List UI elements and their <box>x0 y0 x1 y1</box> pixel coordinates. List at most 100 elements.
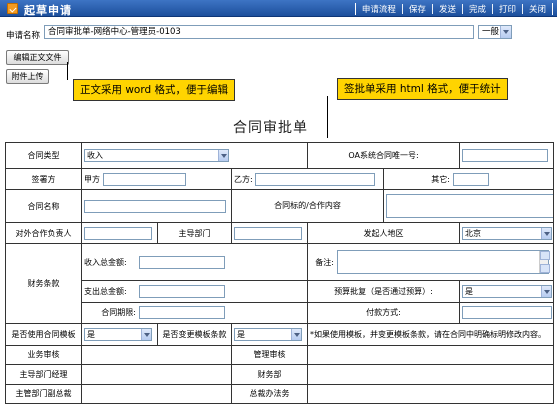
toolbar-flow-button[interactable]: 申请流程 <box>354 3 398 15</box>
toolbar: 申请流程 保存 发送 完成 打印 关闭 <box>354 3 553 15</box>
contract-type-cell: 收入 <box>81 142 308 169</box>
chevron-down-icon <box>141 328 151 340</box>
expense-cell: 支出总金额: <box>81 280 308 303</box>
expense-label: 支出总金额: <box>84 286 127 296</box>
use-template-label: 是否使用合同模板 <box>5 323 82 346</box>
contract-object-textarea[interactable] <box>386 194 553 219</box>
approval-form: 合同类型 收入 OA系统合同唯一号: 签署方 甲方 乙方: 其它: 合同名称 合… <box>5 142 555 404</box>
income-label: 收入总金额: <box>84 257 127 267</box>
use-template-value: 是 <box>87 329 95 339</box>
use-template-select[interactable]: 是 <box>84 327 152 341</box>
change-terms-label: 是否变更模板条款 <box>157 323 232 346</box>
dept-deputy-label: 主管部门副总裁 <box>5 383 82 404</box>
chevron-down-icon <box>541 227 552 239</box>
contract-type-select[interactable]: 收入 <box>84 148 229 162</box>
region-label: 发起人地区 <box>306 221 461 245</box>
party-b-label: 乙方: <box>234 174 253 184</box>
use-template-cell: 是 <box>81 323 158 346</box>
finance-dept-cell <box>306 364 555 385</box>
callout-connector <box>67 62 68 80</box>
party-a-input[interactable] <box>102 172 186 186</box>
party-a-label: 甲方 <box>84 174 100 184</box>
contract-type-value: 收入 <box>87 150 103 160</box>
signatory-label: 签署方 <box>5 167 82 191</box>
budget-value: 是 <box>465 286 474 296</box>
payment-label: 付款方式: <box>306 301 461 325</box>
toolbar-separator <box>521 4 523 14</box>
priority-value: 一般 <box>482 27 500 37</box>
word-format-callout: 正文采用 word 格式，便于编辑 <box>73 79 235 101</box>
app-name-input[interactable]: 合同审批单-网络中心-管理员-0103 <box>44 25 474 39</box>
form-title: 合同审批单 <box>233 120 308 136</box>
toolbar-separator <box>431 4 433 14</box>
legal-cell <box>306 383 555 404</box>
party-a-cell: 甲方 <box>81 167 232 191</box>
region-select[interactable]: 北京 <box>462 226 553 240</box>
remark-textarea[interactable] <box>336 250 550 275</box>
contract-name-label: 合同名称 <box>5 189 82 223</box>
toolbar-save-button[interactable]: 保存 <box>407 3 428 15</box>
legal-label: 总裁办法务 <box>231 383 308 404</box>
budget-cell: 是 <box>459 280 555 303</box>
toolbar-separator <box>401 4 403 14</box>
mgmt-review-cell <box>306 344 555 366</box>
contract-object-cell <box>382 189 555 223</box>
party-b-input[interactable] <box>255 172 376 186</box>
other-input[interactable] <box>452 172 489 186</box>
mgmt-review-label: 管理审核 <box>231 344 308 366</box>
priority-select[interactable]: 一般 <box>478 25 512 39</box>
oa-number-input[interactable] <box>462 148 549 162</box>
region-cell: 北京 <box>459 221 555 245</box>
toolbar-print-button[interactable]: 打印 <box>497 3 518 15</box>
remark-label: 备注: <box>315 257 334 267</box>
toolbar-close-button[interactable]: 关闭 <box>527 3 553 15</box>
partner-lead-input[interactable] <box>84 226 152 240</box>
party-b-cell: 乙方: <box>231 167 384 191</box>
contract-name-cell <box>81 189 232 223</box>
remark-cell: 备注: <box>306 243 555 281</box>
period-input[interactable] <box>138 306 225 320</box>
edit-doc-button[interactable]: 编辑正文文件 <box>6 50 69 65</box>
dept-manager-cell <box>81 364 232 385</box>
dept-deputy-cell <box>81 383 232 404</box>
biz-review-label: 业务审核 <box>5 344 82 366</box>
finance-dept-label: 财务部 <box>231 364 308 385</box>
contract-type-label: 合同类型 <box>5 142 82 169</box>
chevron-down-icon <box>218 149 228 161</box>
chevron-down-icon <box>291 328 301 340</box>
template-note: *如果使用模板，并变更模板条款，请在合同中明确标明修改内容。 <box>306 323 555 346</box>
lead-dept-cell <box>231 221 308 245</box>
toolbar-separator <box>491 4 493 14</box>
lead-dept-label: 主导部门 <box>157 221 232 245</box>
partner-lead-label: 对外合作负责人 <box>5 221 82 245</box>
budget-select[interactable]: 是 <box>462 284 553 298</box>
oa-number-cell <box>459 142 555 169</box>
dept-manager-label: 主导部门经理 <box>5 364 82 385</box>
toolbar-complete-button[interactable]: 完成 <box>467 3 488 15</box>
chevron-down-icon <box>500 26 511 38</box>
toolbar-send-button[interactable]: 发送 <box>437 3 458 15</box>
oa-number-label: OA系统合同唯一号: <box>306 142 461 169</box>
change-terms-select[interactable]: 是 <box>234 327 302 341</box>
contract-name-input[interactable] <box>84 199 226 213</box>
expense-input[interactable] <box>138 284 225 298</box>
income-input[interactable] <box>138 255 225 269</box>
income-cell: 收入总金额: <box>81 243 308 281</box>
partner-lead-cell <box>81 221 158 245</box>
payment-cell <box>459 301 555 325</box>
other-label: 其它: <box>431 174 450 184</box>
finance-terms-label: 财务条款 <box>5 243 82 325</box>
edit-doc-icon <box>7 3 18 14</box>
period-label: 合同期限: <box>101 308 136 318</box>
app-name-label: 申请名称 <box>6 31 41 41</box>
attach-upload-button[interactable]: 附件上传 <box>6 69 49 84</box>
window-title: 起草申请 <box>24 4 72 17</box>
lead-dept-input[interactable] <box>234 226 302 240</box>
callout-connector <box>327 96 328 138</box>
payment-input[interactable] <box>462 306 553 320</box>
biz-review-cell <box>81 344 232 366</box>
window-titlebar: 起草申请 申请流程 保存 发送 完成 打印 关闭 <box>0 0 557 17</box>
budget-label: 预算批复（是否通过预算）: <box>306 280 461 303</box>
scrollbar[interactable] <box>538 251 550 274</box>
change-terms-value: 是 <box>237 329 245 339</box>
